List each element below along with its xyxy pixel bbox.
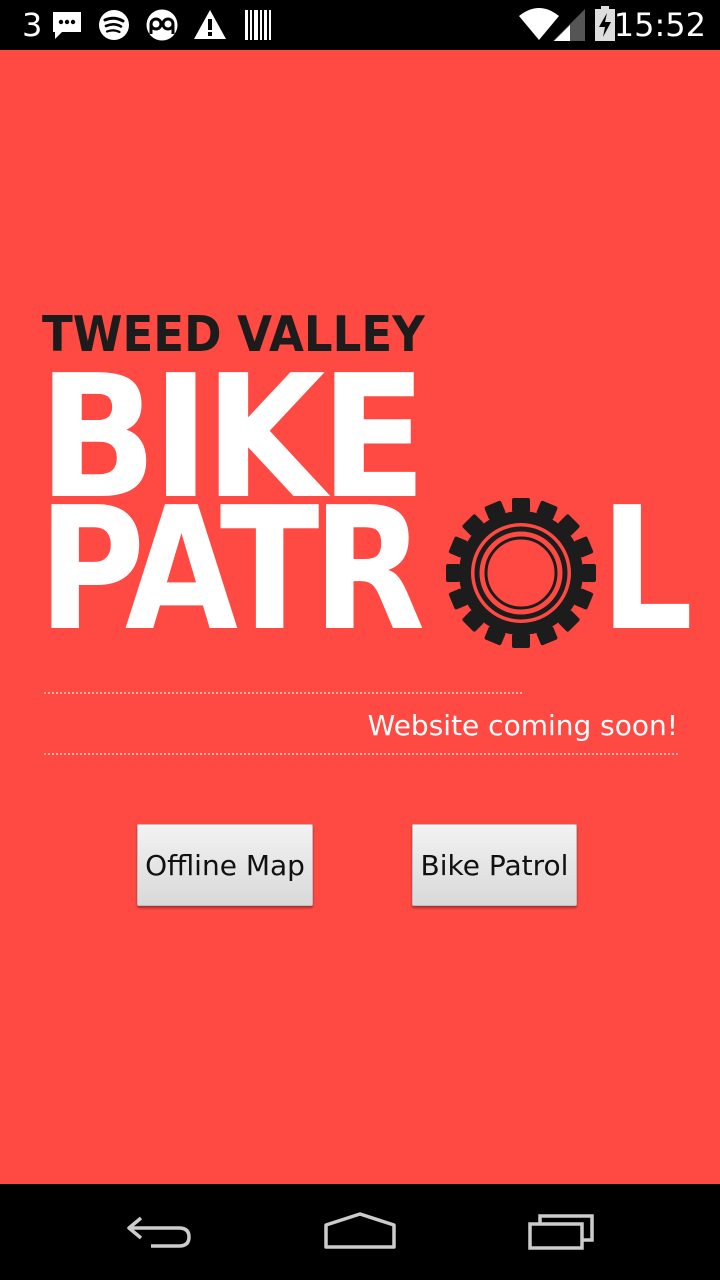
divider-top [44,692,522,694]
app-screen: 3 15:52 TWEED VALLEY BIKE PATR L Website… [0,0,720,1280]
back-button[interactable] [100,1184,220,1280]
offline-map-button[interactable]: Offline Map [137,824,313,906]
status-bar: 3 15:52 [0,0,720,50]
logo-patrol-start: PATR [38,471,425,669]
barcode-icon [244,8,272,47]
back-icon [127,1216,191,1248]
signal-icon [552,8,586,47]
recent-apps-button[interactable] [502,1184,622,1280]
divider-bottom [44,753,678,755]
message-icon [50,8,84,47]
bike-patrol-button[interactable]: Bike Patrol [412,824,577,906]
recent-apps-icon [528,1214,594,1250]
home-icon [324,1212,396,1249]
tagline: Website coming soon! [367,709,678,742]
logo-patrol: PATR L [38,471,698,669]
logo-patrol-end: L [600,471,694,669]
warning-icon [193,8,227,47]
battery-charging-icon [594,6,616,47]
navigation-bar [0,1184,720,1280]
status-time: 15:52 [613,6,706,44]
notification-count: 3 [22,6,43,44]
app-icon [144,8,180,47]
gear-icon [446,498,596,648]
home-button[interactable] [300,1184,420,1280]
spotify-icon [97,8,131,47]
